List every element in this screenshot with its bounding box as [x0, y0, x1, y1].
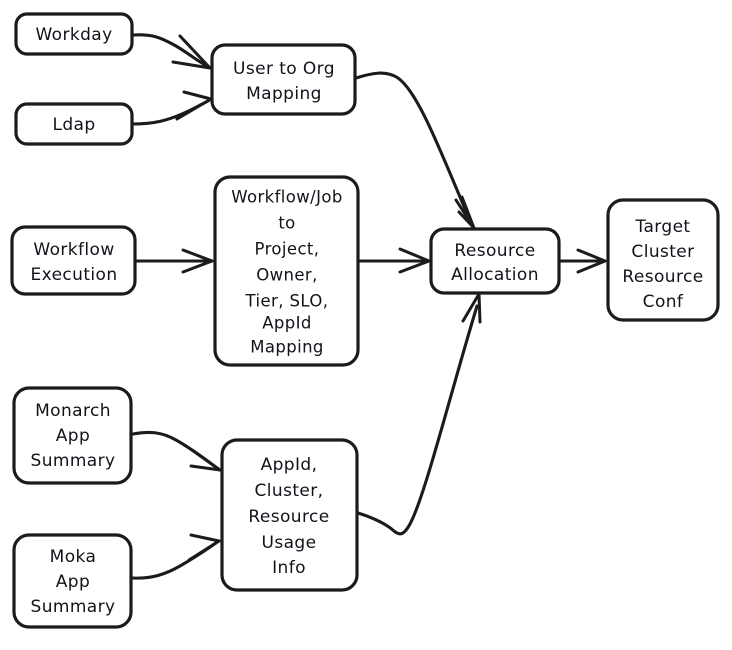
node-resource-allocation-label-line2: Allocation — [451, 265, 539, 285]
node-monarch-app-summary-label-line1: Monarch — [35, 401, 111, 421]
node-appid-cluster-usage-label-line2: Cluster, — [255, 481, 324, 501]
node-workflow-job-mapping-label-line1: Workflow/Job — [231, 188, 343, 207]
node-ldap-label: Ldap — [52, 115, 95, 135]
edge-appid-to-resource-allocation — [356, 292, 482, 536]
node-moka-app-summary-label-line1: Moka — [50, 547, 97, 567]
edge-monarch-to-appid — [131, 430, 222, 472]
node-workday-label: Workday — [35, 25, 112, 45]
node-moka-app-summary[interactable]: Moka App Summary — [12, 533, 133, 629]
node-monarch-app-summary-label-line3: Summary — [31, 451, 116, 471]
node-workflow-job-mapping-label-line5: Tier, SLO, — [245, 292, 329, 311]
node-target-cluster-resource-conf-label-line2: Cluster — [631, 242, 694, 262]
edge-mapping-to-resource-allocation — [358, 247, 431, 274]
node-target-cluster-resource-conf-label-line4: Conf — [643, 292, 684, 312]
flowchart-diagram: Workday Ldap User to Org Mapping Workflo… — [0, 0, 732, 650]
node-appid-cluster-usage-label-line1: AppId, — [261, 455, 318, 475]
edge-user-org-to-resource-allocation — [354, 71, 476, 230]
node-user-to-org-mapping-label-line2: Mapping — [246, 84, 322, 104]
edge-workflow-exec-to-mapping — [135, 248, 214, 274]
node-workflow-execution-label-line1: Workflow — [33, 240, 114, 260]
node-target-cluster-resource-conf[interactable]: Target Cluster Resource Conf — [606, 198, 720, 322]
node-resource-allocation-label-line1: Resource — [454, 241, 535, 261]
node-target-cluster-resource-conf-label-line1: Target — [635, 217, 691, 237]
edge-moka-to-appid — [131, 533, 221, 580]
node-workflow-execution-label-line2: Execution — [30, 265, 117, 285]
edge-ldap-to-user-org — [131, 90, 213, 126]
node-appid-cluster-usage-label-line5: Info — [272, 558, 306, 578]
node-workflow-job-mapping[interactable]: Workflow/Job to Project, Owner, Tier, SL… — [213, 175, 360, 367]
node-workflow-job-mapping-label-line2: to — [278, 214, 295, 233]
node-workflow-execution[interactable]: Workflow Execution — [10, 225, 137, 296]
node-moka-app-summary-label-line2: App — [56, 572, 90, 592]
node-workflow-job-mapping-label-line6: AppId — [262, 314, 312, 333]
node-workflow-job-mapping-label-line7: Mapping — [250, 338, 324, 357]
edge-workday-to-user-org — [131, 33, 212, 70]
node-workday[interactable]: Workday — [14, 12, 134, 56]
node-appid-cluster-usage-label-line3: Resource — [248, 507, 329, 527]
node-appid-cluster-usage[interactable]: AppId, Cluster, Resource Usage Info — [220, 438, 359, 592]
node-appid-cluster-usage-label-line4: Usage — [262, 533, 317, 553]
node-user-to-org-mapping[interactable]: User to Org Mapping — [210, 43, 357, 116]
node-monarch-app-summary-label-line2: App — [56, 426, 90, 446]
node-workflow-job-mapping-label-line4: Owner, — [256, 266, 318, 285]
flowchart-canvas: Workday Ldap User to Org Mapping Workflo… — [10, 12, 720, 629]
node-user-to-org-mapping-label-line1: User to Org — [233, 59, 335, 79]
node-monarch-app-summary[interactable]: Monarch App Summary — [12, 386, 133, 485]
node-layer: Workday Ldap User to Org Mapping Workflo… — [10, 12, 720, 629]
node-resource-allocation[interactable]: Resource Allocation — [429, 227, 561, 295]
node-moka-app-summary-label-line3: Summary — [31, 597, 116, 617]
node-target-cluster-resource-conf-label-line3: Resource — [622, 267, 703, 287]
node-workflow-job-mapping-label-line3: Project, — [255, 240, 320, 259]
node-ldap[interactable]: Ldap — [14, 102, 134, 146]
edge-resource-allocation-to-target-conf — [559, 248, 607, 274]
edge-layer — [131, 33, 607, 580]
